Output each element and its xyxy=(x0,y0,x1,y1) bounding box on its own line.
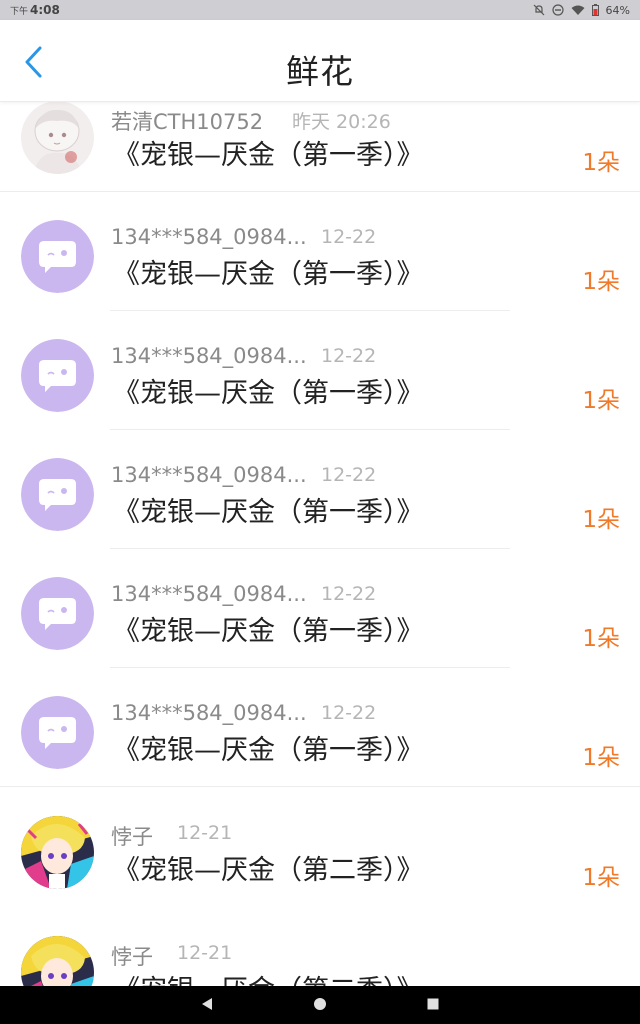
date: 12-22 xyxy=(321,464,377,486)
triangle-back-icon xyxy=(200,996,214,1015)
avatar[interactable] xyxy=(21,339,94,412)
username: 134***584_0984... xyxy=(111,225,307,249)
book-title: 《宠银—厌金（第一季）》 xyxy=(113,497,424,528)
list-item[interactable]: 134***584_0984... 12-22 《宠银—厌金（第一季）》 1朵 xyxy=(0,549,640,668)
list-item[interactable]: 134***584_0984... 12-22 《宠银—厌金（第一季）》 1朵 xyxy=(0,430,640,549)
list-item[interactable]: 悖子 12-21 《宠银—厌金（第二季）》 1朵 xyxy=(0,788,640,907)
flower-count: 1朵 xyxy=(582,150,620,176)
circle-home-icon xyxy=(313,996,327,1015)
square-recents-icon xyxy=(426,996,440,1015)
chat-bubble-icon xyxy=(21,696,94,769)
list-item[interactable]: 悖子 12-21 《宠银—厌金（第二季）》 1朵 xyxy=(0,908,640,986)
flower-count: 1朵 xyxy=(582,269,620,295)
username: 134***584_0984... xyxy=(111,344,307,368)
book-title: 《宠银—厌金（第二季）》 xyxy=(113,968,424,986)
page-title: 鲜花 xyxy=(286,52,354,91)
date: 12-21 xyxy=(177,822,233,844)
status-clock: 4:08 xyxy=(30,3,60,17)
battery-percent: 64% xyxy=(605,3,630,17)
chat-bubble-icon xyxy=(21,458,94,531)
flower-count: 1朵 xyxy=(582,865,620,891)
date: 12-22 xyxy=(321,226,377,248)
nav-home-button[interactable] xyxy=(313,996,327,1015)
status-bar: 下午 4:08 64% xyxy=(0,0,640,20)
navigation-bar xyxy=(0,986,640,1024)
book-title: 《宠银—厌金（第一季）》 xyxy=(113,140,424,171)
flower-count: 1朵 xyxy=(582,978,620,986)
status-icons: 64% xyxy=(533,4,630,17)
avatar[interactable] xyxy=(21,816,94,889)
username: 134***584_0984... xyxy=(111,582,307,606)
header: 鲜花 xyxy=(0,20,640,102)
avatar[interactable] xyxy=(21,696,94,769)
date: 12-22 xyxy=(321,702,377,724)
book-title: 《宠银—厌金（第一季）》 xyxy=(113,259,424,290)
avatar[interactable] xyxy=(21,101,94,174)
avatar[interactable] xyxy=(21,936,94,986)
list-item[interactable]: 134***584_0984... 12-22 《宠银—厌金（第一季）》 1朵 xyxy=(0,311,640,430)
avatar[interactable] xyxy=(21,577,94,650)
flower-count: 1朵 xyxy=(582,507,620,533)
username: 134***584_0984... xyxy=(111,463,307,487)
username: 134***584_0984... xyxy=(111,701,307,725)
date: 昨天 20:26 xyxy=(292,111,391,133)
nav-back-button[interactable] xyxy=(200,996,214,1015)
username: 悖子 xyxy=(111,825,153,849)
flower-count: 1朵 xyxy=(582,745,620,771)
list-item[interactable]: 134***584_0984... 12-22 《宠银—厌金（第一季）》 1朵 xyxy=(0,668,640,787)
date: 12-22 xyxy=(321,583,377,605)
book-title: 《宠银—厌金（第一季）》 xyxy=(113,378,424,409)
flower-count: 1朵 xyxy=(582,388,620,414)
nav-recents-button[interactable] xyxy=(426,996,440,1015)
flower-list: 若清CTH10752 昨天 20:26 《宠银—厌金（第一季）》 1朵 134*… xyxy=(0,88,640,986)
date: 12-22 xyxy=(321,345,377,367)
chat-bubble-icon xyxy=(21,577,94,650)
book-title: 《宠银—厌金（第一季）》 xyxy=(113,616,424,647)
list-item[interactable]: 134***584_0984... 12-22 《宠银—厌金（第一季）》 1朵 xyxy=(0,192,640,311)
avatar[interactable] xyxy=(21,220,94,293)
flower-count: 1朵 xyxy=(582,626,620,652)
divider xyxy=(0,786,640,787)
chat-bubble-icon xyxy=(21,339,94,412)
status-time: 下午 4:08 xyxy=(10,3,60,17)
status-ampm: 下午 xyxy=(10,7,29,17)
chat-bubble-icon xyxy=(21,220,94,293)
dnd-icon xyxy=(551,4,564,16)
username: 悖子 xyxy=(111,945,153,969)
username: 若清CTH10752 xyxy=(111,110,264,134)
list-item[interactable]: 若清CTH10752 昨天 20:26 《宠银—厌金（第一季）》 1朵 xyxy=(0,88,640,192)
battery-icon xyxy=(591,4,599,16)
avatar[interactable] xyxy=(21,458,94,531)
mute-icon xyxy=(533,4,545,16)
date: 12-21 xyxy=(177,942,233,964)
book-title: 《宠银—厌金（第二季）》 xyxy=(113,855,424,886)
book-title: 《宠银—厌金（第一季）》 xyxy=(113,735,424,766)
wifi-icon xyxy=(571,5,585,16)
